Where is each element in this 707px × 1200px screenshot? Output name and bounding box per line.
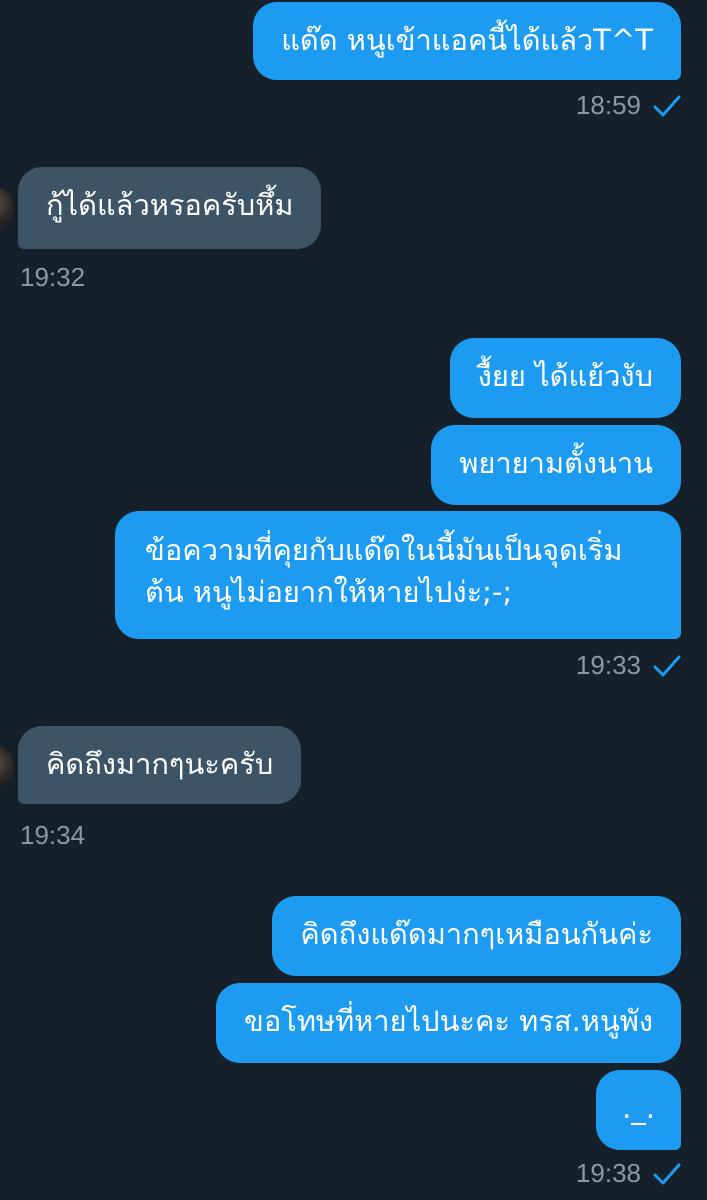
- message-text: แด๊ด หนูเข้าแอคนี้ได้แล้วT^T: [281, 23, 653, 57]
- message-text: ข้อความที่คุยกับแด๊ดในนี้มันเป็นจุดเริ่ม…: [145, 533, 623, 609]
- message-text: คิดถึงแด๊ดมากๆเหมือนกันค่ะ: [300, 917, 653, 951]
- message-timestamp: 19:38: [576, 1158, 681, 1189]
- outgoing-message[interactable]: งื้ยย ได้แย้วงับ: [449, 338, 681, 418]
- message-timestamp: 19:34: [20, 820, 86, 850]
- message-text: ._.: [622, 1091, 655, 1125]
- check-icon: [653, 1163, 681, 1184]
- avatar[interactable]: [0, 186, 14, 230]
- message-text: พยายามตั้งนาน: [459, 446, 653, 480]
- message-timestamp: 18:59: [576, 90, 681, 121]
- message-text: คิดถึงมากๆนะครับ: [46, 747, 274, 781]
- message-timestamp: 19:32: [20, 262, 86, 292]
- outgoing-message[interactable]: แด๊ด หนูเข้าแอคนี้ได้แล้วT^T: [253, 2, 681, 80]
- outgoing-message[interactable]: พยายามตั้งนาน: [431, 425, 681, 505]
- check-icon: [653, 655, 681, 676]
- message-text: กู้ได้แล้วหรอครับหึ้ม: [46, 188, 294, 222]
- check-icon: [653, 95, 681, 116]
- outgoing-message[interactable]: คิดถึงแด๊ดมากๆเหมือนกันค่ะ: [272, 896, 681, 976]
- incoming-message[interactable]: คิดถึงมากๆนะครับ: [18, 726, 302, 804]
- outgoing-message[interactable]: ข้อความที่คุยกับแด๊ดในนี้มันเป็นจุดเริ่ม…: [115, 511, 681, 639]
- message-timestamp: 19:33: [576, 650, 681, 681]
- incoming-message[interactable]: กู้ได้แล้วหรอครับหึ้ม: [18, 167, 322, 249]
- outgoing-message[interactable]: ขอโทษที่หายไปนะคะ ทรส.หนูพัง: [216, 983, 681, 1063]
- outgoing-message[interactable]: ._.: [596, 1070, 681, 1150]
- message-text: ขอโทษที่หายไปนะคะ ทรส.หนูพัง: [244, 1004, 653, 1038]
- message-text: งื้ยย ได้แย้วงับ: [477, 359, 653, 393]
- avatar[interactable]: [0, 745, 14, 789]
